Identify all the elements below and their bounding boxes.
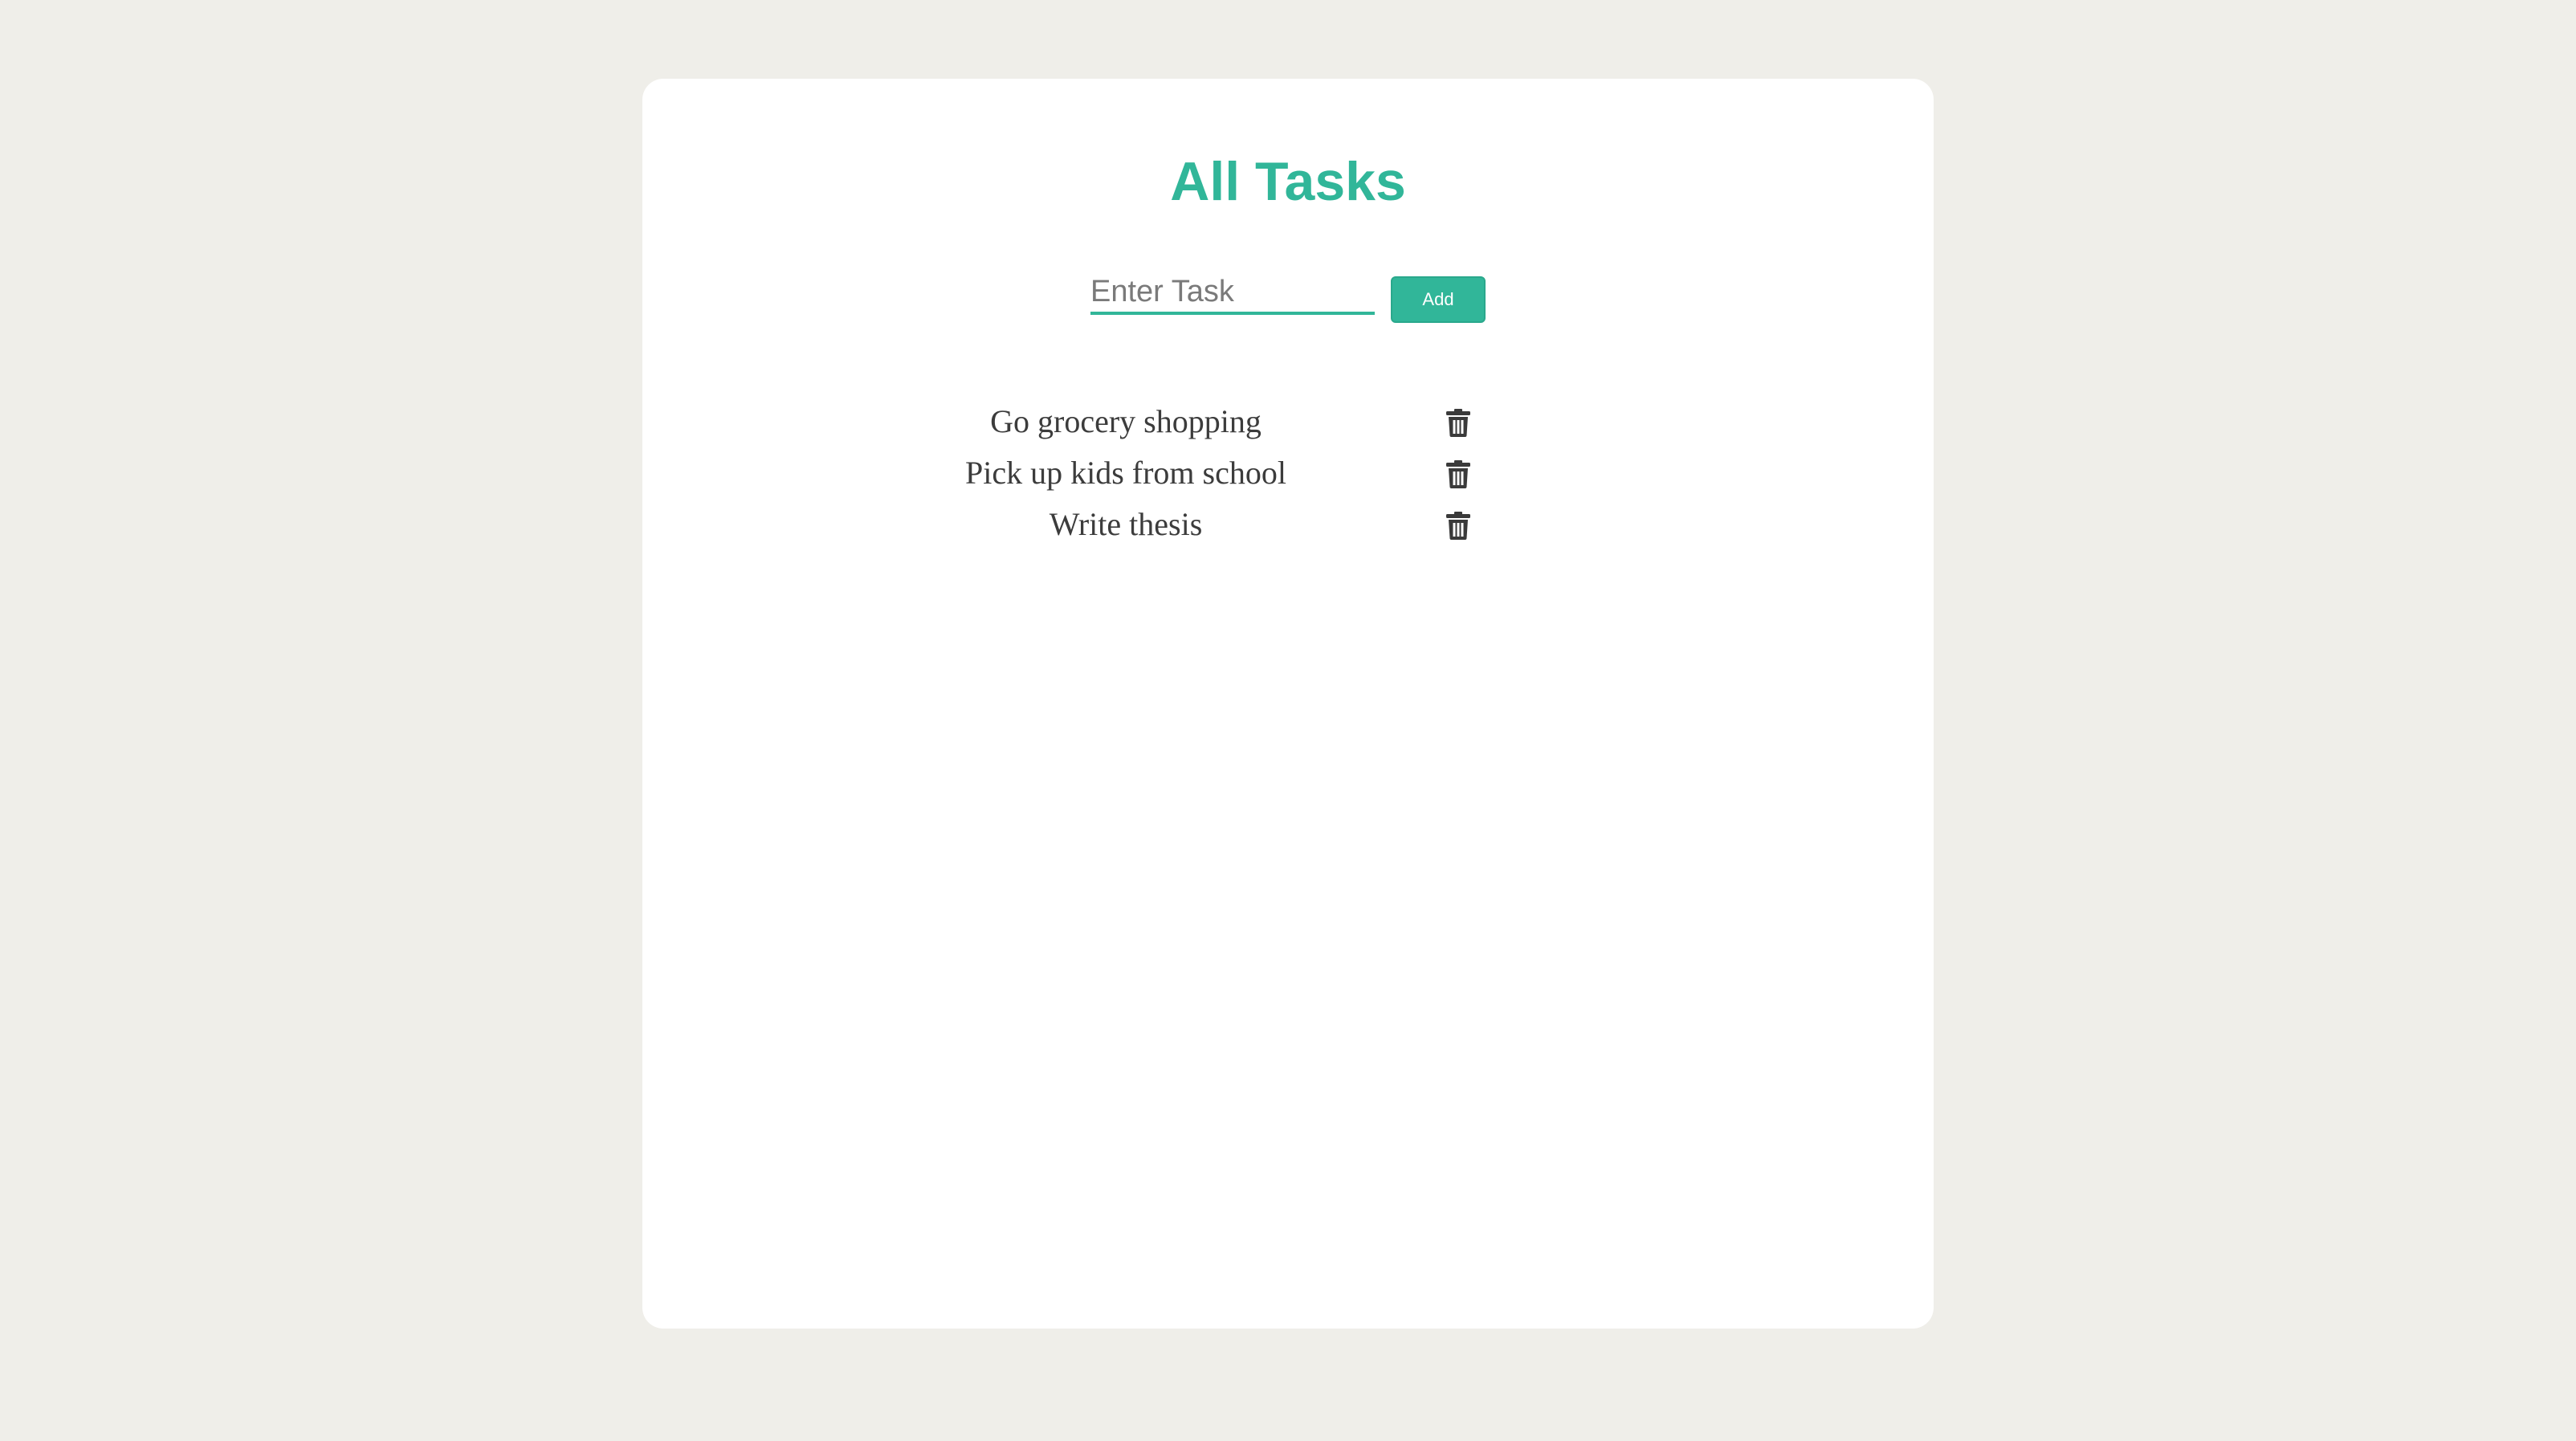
task-text: Pick up kids from school <box>965 455 1286 491</box>
add-task-button[interactable]: Add <box>1391 276 1486 323</box>
trash-icon[interactable] <box>1446 408 1470 437</box>
task-item: Pick up kids from school <box>948 448 1510 498</box>
trash-icon[interactable] <box>1446 459 1470 488</box>
task-text: Go grocery shopping <box>990 403 1262 439</box>
page-title: All Tasks <box>1170 151 1406 212</box>
task-text: Write thesis <box>1049 506 1203 542</box>
task-input[interactable] <box>1090 271 1375 315</box>
task-item: Go grocery shopping <box>948 397 1510 447</box>
task-item: Write thesis <box>948 500 1510 549</box>
trash-icon[interactable] <box>1446 511 1470 540</box>
todo-card: All Tasks Add Go grocery shopping Pick u… <box>642 79 1934 1329</box>
